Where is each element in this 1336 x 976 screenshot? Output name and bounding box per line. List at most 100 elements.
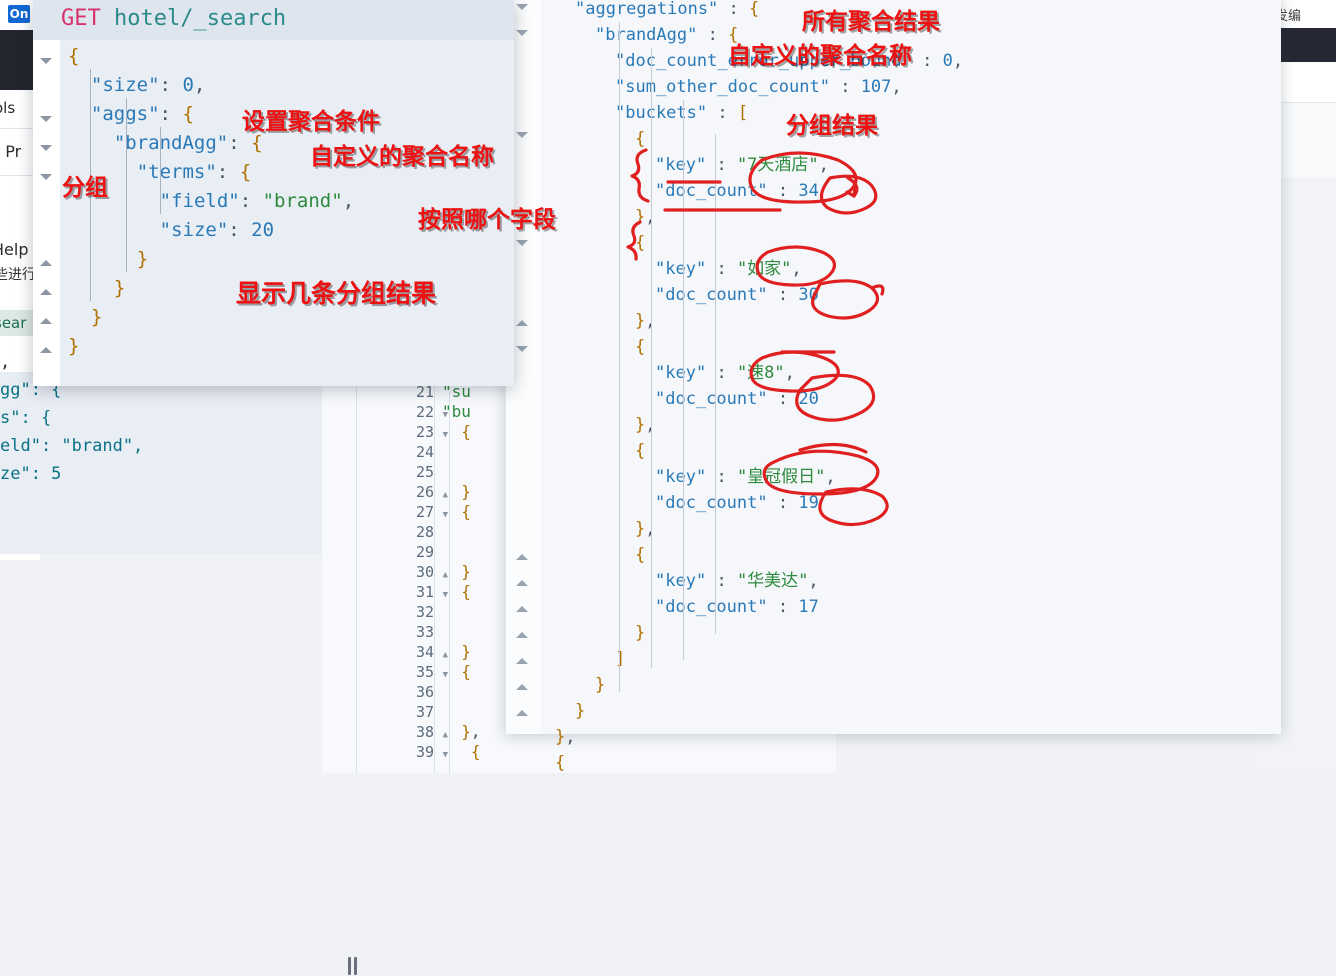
fold-arrow-up[interactable] <box>516 554 528 560</box>
line-number[interactable]: 32 <box>362 602 434 622</box>
center-code-line: { <box>470 742 481 761</box>
line-number[interactable]: 25 <box>362 462 434 482</box>
fold-arrow-down[interactable] <box>516 346 528 352</box>
request-code-line: "aggs": { <box>91 103 194 125</box>
annotation-set-agg-condition: 设置聚合条件 <box>242 109 380 135</box>
response-code-line: }, <box>635 415 656 435</box>
fold-arrow-up[interactable] <box>40 318 52 324</box>
on-badge: On <box>8 5 30 23</box>
annotation-which-field: 按照哪个字段 <box>418 207 556 233</box>
request-title-bar: GET hotel/_search <box>33 0 514 40</box>
line-number[interactable]: 28 <box>362 522 434 542</box>
line-number[interactable]: 31 ▼ <box>362 582 448 602</box>
center-code-line: }, <box>461 722 481 741</box>
annotation-custom-agg-name-right: 自定义的聚合名称 <box>728 43 912 69</box>
line-number[interactable]: 26 ▲ <box>362 482 448 502</box>
indent-guide <box>160 156 161 214</box>
fold-arrow-down[interactable] <box>516 4 528 10</box>
fold-arrow-down[interactable] <box>516 240 528 246</box>
fold-arrow-down[interactable] <box>40 145 52 151</box>
line-number[interactable]: 22 ▼ <box>362 402 448 422</box>
response-code-line: { <box>635 233 646 253</box>
fold-arrow-down[interactable] <box>40 174 52 180</box>
response-code-line: "doc_count" : 30 <box>655 285 819 305</box>
fold-arrow-down[interactable] <box>40 116 52 122</box>
response-code-area[interactable]: "aggregations" : {"brandAgg" : {"doc_cou… <box>541 0 1281 773</box>
center-code-line: { <box>461 502 471 521</box>
fold-arrow-up[interactable] <box>516 684 528 690</box>
fold-arrow-up[interactable] <box>516 580 528 586</box>
fold-arrow-down[interactable] <box>516 30 528 36</box>
center-code-line: "bu <box>442 402 471 421</box>
response-json-panel[interactable]: "aggregations" : {"brandAgg" : {"doc_cou… <box>505 0 1281 773</box>
fold-arrow-down[interactable] <box>40 58 52 64</box>
indent-guide <box>619 22 620 692</box>
response-code-line: "doc_count" : 19 <box>655 493 819 513</box>
line-number[interactable]: 35 ▼ <box>362 662 448 682</box>
pane-divider-2 <box>434 372 435 773</box>
response-code-line: "doc_count" : 34 <box>655 181 819 201</box>
response-code-line: "doc_count" : 20 <box>655 389 819 409</box>
center-code-line: { <box>461 662 471 681</box>
line-number[interactable]: 39 ▼ <box>362 742 448 762</box>
request-code-line: "field": "brand", <box>159 190 355 212</box>
response-code-line: } <box>595 675 606 695</box>
fold-arrow-up[interactable] <box>516 710 528 716</box>
request-code-line: } <box>113 277 126 299</box>
annotation-how-many-results: 显示几条分组结果 <box>236 279 437 308</box>
response-code-line: "brandAgg" : { <box>595 25 739 45</box>
response-code-line: } <box>575 701 586 721</box>
request-fold-gutter[interactable] <box>33 40 60 386</box>
indent-guide <box>715 134 716 634</box>
line-number[interactable]: 23 ▼ <box>362 422 448 442</box>
response-code-line: "key" : "7天酒店", <box>655 155 829 175</box>
request-code-line: } <box>90 306 103 328</box>
fold-arrow-up[interactable] <box>516 658 528 664</box>
request-code-line: "size": 20 <box>159 219 275 241</box>
left-window-cn-text: 些进行 <box>0 267 36 283</box>
resize-handle[interactable] <box>348 957 360 976</box>
center-code-line: } <box>461 562 471 581</box>
left-code-line: eld": "brand", <box>0 436 144 456</box>
response-code-line: }, <box>635 519 656 539</box>
response-code-line: { <box>635 129 646 149</box>
response-code-line: ] <box>615 649 626 669</box>
center-code-line: { <box>461 582 471 601</box>
request-code-line: } <box>136 248 149 270</box>
fold-arrow-up[interactable] <box>516 606 528 612</box>
line-number[interactable]: 38 ▲ <box>362 722 448 742</box>
response-code-line: "key" : "速8", <box>655 363 795 383</box>
request-code-line: } <box>68 335 80 357</box>
menu-item-tools-label: ols <box>0 99 16 117</box>
line-number[interactable]: 34 ▲ <box>362 642 448 662</box>
fold-arrow-up[interactable] <box>516 320 528 326</box>
line-number[interactable]: 37 <box>362 702 434 722</box>
left-request-code-fragment[interactable]: gg": { s": { eld": "brand", ze": 5 <box>0 372 322 554</box>
response-code-line: "doc_count" : 17 <box>655 597 819 617</box>
line-number[interactable]: 24 <box>362 442 434 462</box>
line-number[interactable]: 36 <box>362 682 434 702</box>
fold-arrow-down[interactable] <box>516 132 528 138</box>
request-code-line: "brandAgg": { <box>113 132 263 154</box>
line-number[interactable]: 27 ▼ <box>362 502 448 522</box>
response-code-line: { <box>635 441 646 461</box>
search-suggestion-label: sear <box>0 314 27 332</box>
response-code-line: }, <box>555 727 576 747</box>
fold-arrow-up[interactable] <box>516 632 528 638</box>
line-number[interactable]: 33 <box>362 622 434 642</box>
fold-arrow-up[interactable] <box>40 347 52 353</box>
response-code-line: { <box>635 545 646 565</box>
indent-guide <box>126 98 127 272</box>
fold-arrow-up[interactable] <box>40 289 52 295</box>
line-number[interactable]: 30 ▲ <box>362 562 448 582</box>
fold-arrow-up[interactable] <box>40 260 52 266</box>
request-path-label: hotel/_search <box>100 6 287 31</box>
help-label[interactable]: Help <box>0 240 28 259</box>
response-code-line: }, <box>635 207 656 227</box>
response-code-line: { <box>635 337 646 357</box>
response-code-line: }, <box>635 311 656 331</box>
annotation-all-agg-results: 所有聚合结果 <box>802 9 940 35</box>
left-code-line: s": { <box>0 408 52 428</box>
center-code-line: } <box>461 482 471 501</box>
line-number[interactable]: 29 <box>362 542 434 562</box>
